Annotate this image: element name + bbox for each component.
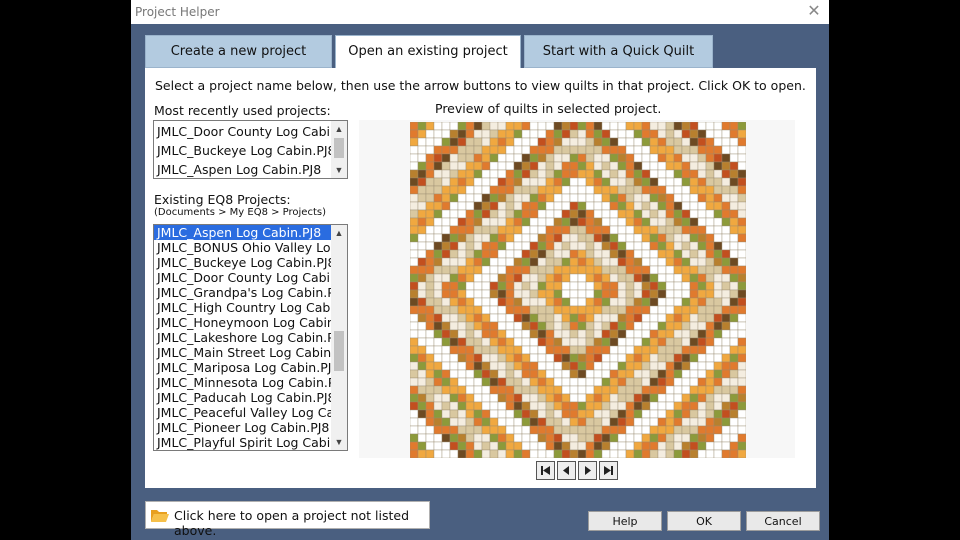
title-bar: Project Helper ✕ [131,0,829,24]
list-item[interactable]: JMLC_Peaceful Valley Log Cab [154,405,331,420]
list-item[interactable]: JMLC_High Country Log Cabin [154,300,331,315]
list-item[interactable]: JMLC_Aspen Log Cabin.PJ8 [154,225,331,240]
list-item[interactable]: JMLC_Lakeshore Log Cabin.PJ [154,330,331,345]
project-helper-window: Project Helper ✕ Create a new project Op… [131,0,829,540]
instructions-text: Select a project name below, then use th… [155,78,806,93]
list-item[interactable]: JMLC_Door County Log Cabin [154,122,331,141]
cancel-button[interactable]: Cancel [746,511,820,531]
list-item[interactable]: JMLC_BONUS Ohio Valley Log [154,240,331,255]
scroll-down-icon[interactable]: ▼ [331,434,347,450]
folder-icon [151,510,169,522]
existing-scrollbar[interactable]: ▲ ▼ [331,225,347,450]
list-item[interactable]: JMLC_Buckeye Log Cabin.PJ8 [154,255,331,270]
previous-icon[interactable] [557,461,576,480]
open-existing-panel: Select a project name below, then use th… [145,68,816,488]
recent-scrollbar[interactable]: ▲ ▼ [331,121,347,178]
scroll-thumb[interactable] [334,331,344,371]
quilt-preview-image [410,122,746,458]
recent-projects-label: Most recently used projects: [154,103,331,118]
tab-open-existing-project[interactable]: Open an existing project [335,35,521,69]
list-item[interactable]: JMLC_Main Street Log Cabin.P [154,345,331,360]
close-icon[interactable]: ✕ [799,0,829,24]
next-icon[interactable] [578,461,597,480]
help-button[interactable]: Help [588,511,662,531]
scroll-up-icon[interactable]: ▲ [331,121,347,137]
list-item[interactable]: JMLC_Minnesota Log Cabin.P. [154,375,331,390]
scroll-up-icon[interactable]: ▲ [331,225,347,241]
list-item[interactable]: JMLC_Playful Spirit Log Cabin. [154,435,331,450]
ok-button[interactable]: OK [667,511,741,531]
list-item[interactable]: JMLC_Paducah Log Cabin.PJ8 [154,390,331,405]
preview-nav [536,461,620,484]
existing-projects-list[interactable]: JMLC_Aspen Log Cabin.PJ8 JMLC_BONUS Ohio … [153,224,348,451]
list-item[interactable]: JMLC_Aspen Log Cabin.PJ8 [154,160,331,178]
list-item[interactable]: JMLC_Buckeye Log Cabin.PJ8 [154,141,331,160]
open-unlisted-project-button[interactable]: Click here to open a project not listed … [145,501,430,538]
tab-create-new-project[interactable]: Create a new project [145,35,332,68]
window-title: Project Helper [135,5,220,19]
open-unlisted-label: Click here to open a project not listed … [174,508,410,538]
list-item[interactable]: JMLC_Pioneer Log Cabin.PJ8 [154,420,331,435]
list-item[interactable]: JMLC_Door County Log Cabin. [154,270,331,285]
list-item[interactable]: JMLC_Grandpa's Log Cabin.PJ [154,285,331,300]
last-icon[interactable] [599,461,618,480]
preview-label: Preview of quilts in selected project. [435,101,662,116]
scroll-thumb[interactable] [334,138,344,158]
list-item[interactable]: JMLC_Mariposa Log Cabin.PJ8 [154,360,331,375]
existing-projects-label: Existing EQ8 Projects: [154,192,291,207]
tab-quick-quilt-project[interactable]: Start with a Quick Quilt project [524,35,713,91]
projects-path: (Documents > My EQ8 > Projects) [154,207,326,218]
scroll-down-icon[interactable]: ▼ [331,162,347,178]
recent-projects-list[interactable]: JMLC_Door County Log Cabin JMLC_Buckeye L… [153,120,348,179]
first-icon[interactable] [536,461,555,480]
list-item[interactable]: JMLC_Honeymoon Log Cabin.P [154,315,331,330]
